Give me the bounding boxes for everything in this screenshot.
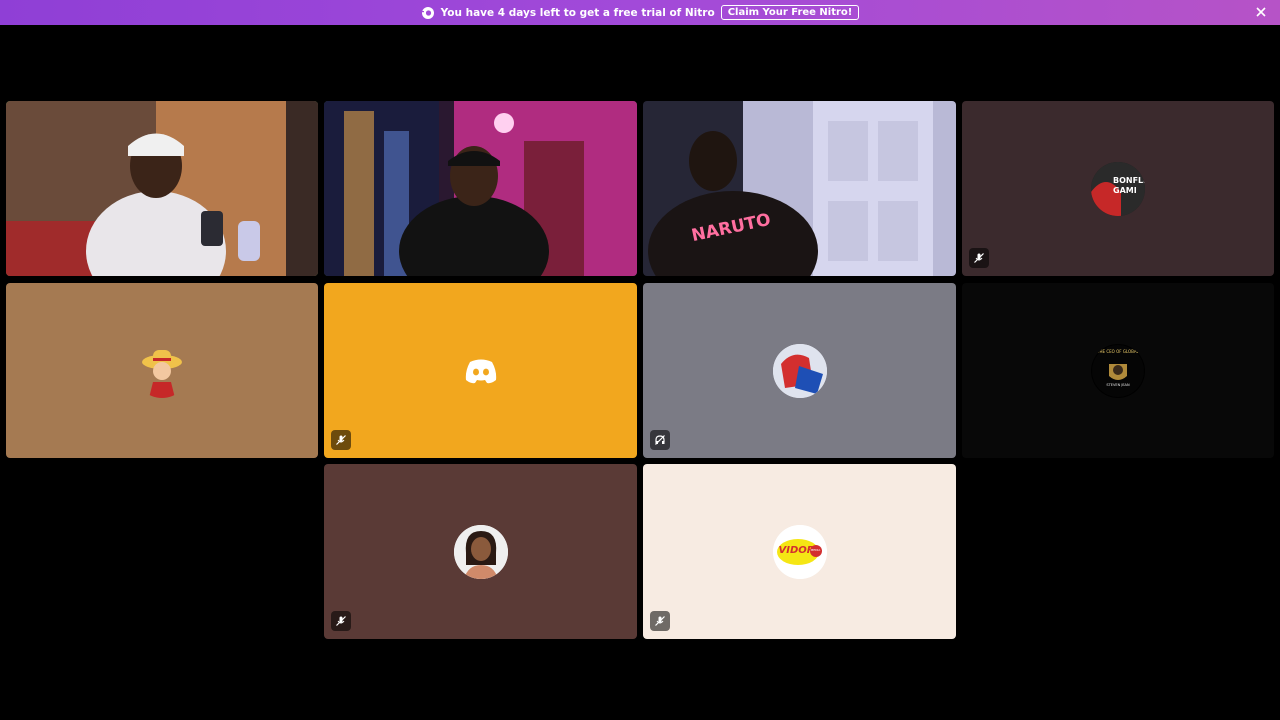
user-avatar <box>453 524 508 579</box>
user-avatar: THE CEO OF GLOBAL STEVEN JEAN <box>1091 343 1145 398</box>
deafened-headset-icon <box>650 430 670 450</box>
participant-tile-video[interactable]: NARUTO <box>643 101 956 276</box>
avatar-text: VIDOR <box>778 544 815 556</box>
participant-tile-avatar[interactable] <box>6 283 318 458</box>
video-feed <box>324 101 637 276</box>
video-feed <box>6 101 318 276</box>
user-avatar <box>772 343 827 398</box>
muted-mic-icon <box>969 248 989 268</box>
muted-mic-icon <box>331 611 351 631</box>
avatar-subtext: STEVEN JEAN <box>1106 382 1130 387</box>
user-avatar: VIDOR MEDIA <box>772 524 827 579</box>
video-feed <box>643 101 956 276</box>
participant-tile-video[interactable] <box>324 101 637 276</box>
avatar-text: BONFLE GAMI <box>1113 175 1145 195</box>
user-avatar: BONFLE GAMI <box>1091 161 1145 216</box>
muted-mic-icon <box>650 611 670 631</box>
nitro-trial-banner: You have 4 days left to get a free trial… <box>0 0 1280 25</box>
nitro-icon <box>420 6 435 20</box>
user-avatar <box>135 344 189 398</box>
claim-nitro-button[interactable]: Claim Your Free Nitro! <box>720 5 860 20</box>
discord-icon <box>454 344 508 398</box>
avatar-badge: MEDIA <box>810 547 821 552</box>
avatar-text: THE CEO OF GLOBAL <box>1097 348 1139 354</box>
participant-tile-avatar[interactable] <box>324 464 637 639</box>
banner-message: You have 4 days left to get a free trial… <box>440 6 715 19</box>
close-icon[interactable] <box>1254 5 1268 19</box>
muted-mic-icon <box>331 430 351 450</box>
participant-tile-avatar[interactable]: VIDOR MEDIA <box>643 464 956 639</box>
participant-tile-avatar[interactable]: THE CEO OF GLOBAL STEVEN JEAN <box>962 283 1274 458</box>
participant-tile-avatar[interactable] <box>643 283 956 458</box>
participant-tile-avatar[interactable] <box>324 283 637 458</box>
participant-tile-avatar[interactable]: BONFLE GAMI <box>962 101 1274 276</box>
participant-tile-video[interactable] <box>6 101 318 276</box>
